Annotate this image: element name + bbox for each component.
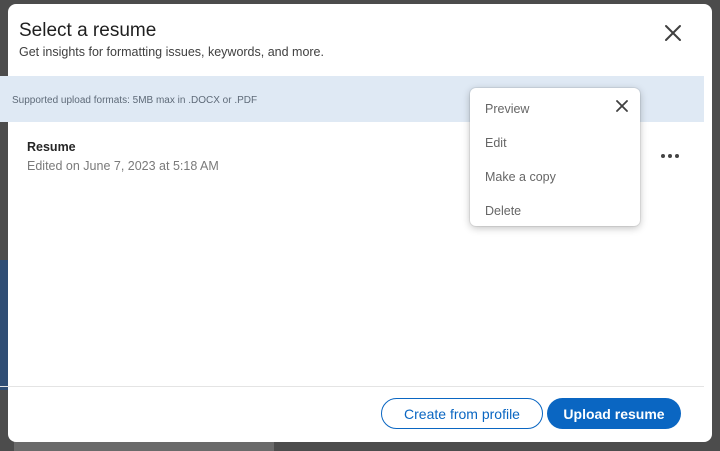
close-modal-button[interactable] <box>656 16 690 50</box>
modal-title: Select a resume <box>19 20 157 41</box>
resume-edited-date: Edited on June 7, 2023 at 5:18 AM <box>27 159 219 173</box>
create-from-profile-button[interactable]: Create from profile <box>381 398 543 429</box>
menu-close-button[interactable] <box>612 96 632 116</box>
resume-name: Resume <box>27 140 76 154</box>
more-options-icon <box>661 154 679 158</box>
modal-header <box>8 4 712 80</box>
menu-item-make-copy[interactable]: Make a copy <box>470 160 640 194</box>
menu-item-delete[interactable]: Delete <box>470 194 640 228</box>
format-notice: Supported upload formats: 5MB max in .DO… <box>12 95 258 106</box>
close-icon <box>665 25 681 41</box>
resume-options-menu: Preview Edit Make a copy Delete <box>470 88 640 226</box>
upload-resume-button[interactable]: Upload resume <box>547 398 681 429</box>
modal-subtitle: Get insights for formatting issues, keyw… <box>19 45 324 59</box>
background-strip <box>0 260 8 390</box>
close-icon <box>616 100 628 112</box>
menu-item-edit[interactable]: Edit <box>470 126 640 160</box>
footer-divider <box>0 386 704 387</box>
more-options-button[interactable] <box>654 146 686 166</box>
